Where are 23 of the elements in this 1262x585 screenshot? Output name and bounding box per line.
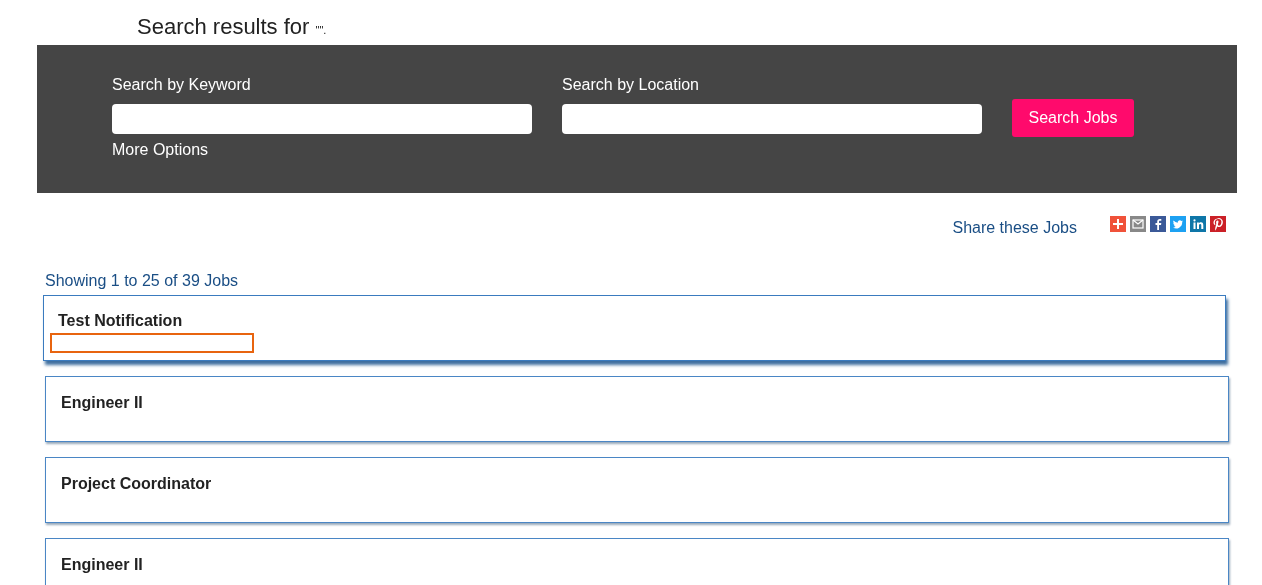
job-title[interactable]: Engineer II bbox=[61, 394, 143, 411]
pinterest-icon[interactable] bbox=[1210, 216, 1226, 232]
share-label[interactable]: Share these Jobs bbox=[952, 218, 1077, 237]
more-options-link[interactable]: More Options bbox=[112, 141, 209, 159]
job-card[interactable]: Project Coordinator bbox=[45, 457, 1229, 523]
results-count: Showing 1 to 25 of 39 Jobs bbox=[45, 272, 240, 290]
job-title[interactable]: Test Notification bbox=[58, 312, 183, 329]
job-title[interactable]: Project Coordinator bbox=[61, 475, 212, 492]
field-label: Search by Location bbox=[562, 76, 700, 95]
job-title[interactable]: Engineer II bbox=[61, 556, 143, 573]
twitter-icon[interactable] bbox=[1170, 216, 1186, 232]
mail-icon[interactable] bbox=[1130, 216, 1146, 232]
facebook-icon[interactable] bbox=[1150, 216, 1166, 232]
location-field[interactable] bbox=[562, 104, 982, 134]
job-card[interactable]: Engineer II bbox=[45, 538, 1229, 585]
field-label: Search by Keyword bbox=[112, 76, 252, 95]
search-results-heading: Search results for "". bbox=[136, 13, 328, 41]
linkedin-icon[interactable] bbox=[1190, 216, 1206, 232]
job-card[interactable]: Test Notification bbox=[43, 295, 1226, 361]
plus-icon[interactable] bbox=[1110, 216, 1126, 232]
job-card[interactable]: Engineer II bbox=[45, 376, 1229, 442]
search-jobs-button[interactable]: Search Jobs bbox=[1012, 99, 1134, 137]
keyword-field[interactable] bbox=[112, 104, 532, 134]
